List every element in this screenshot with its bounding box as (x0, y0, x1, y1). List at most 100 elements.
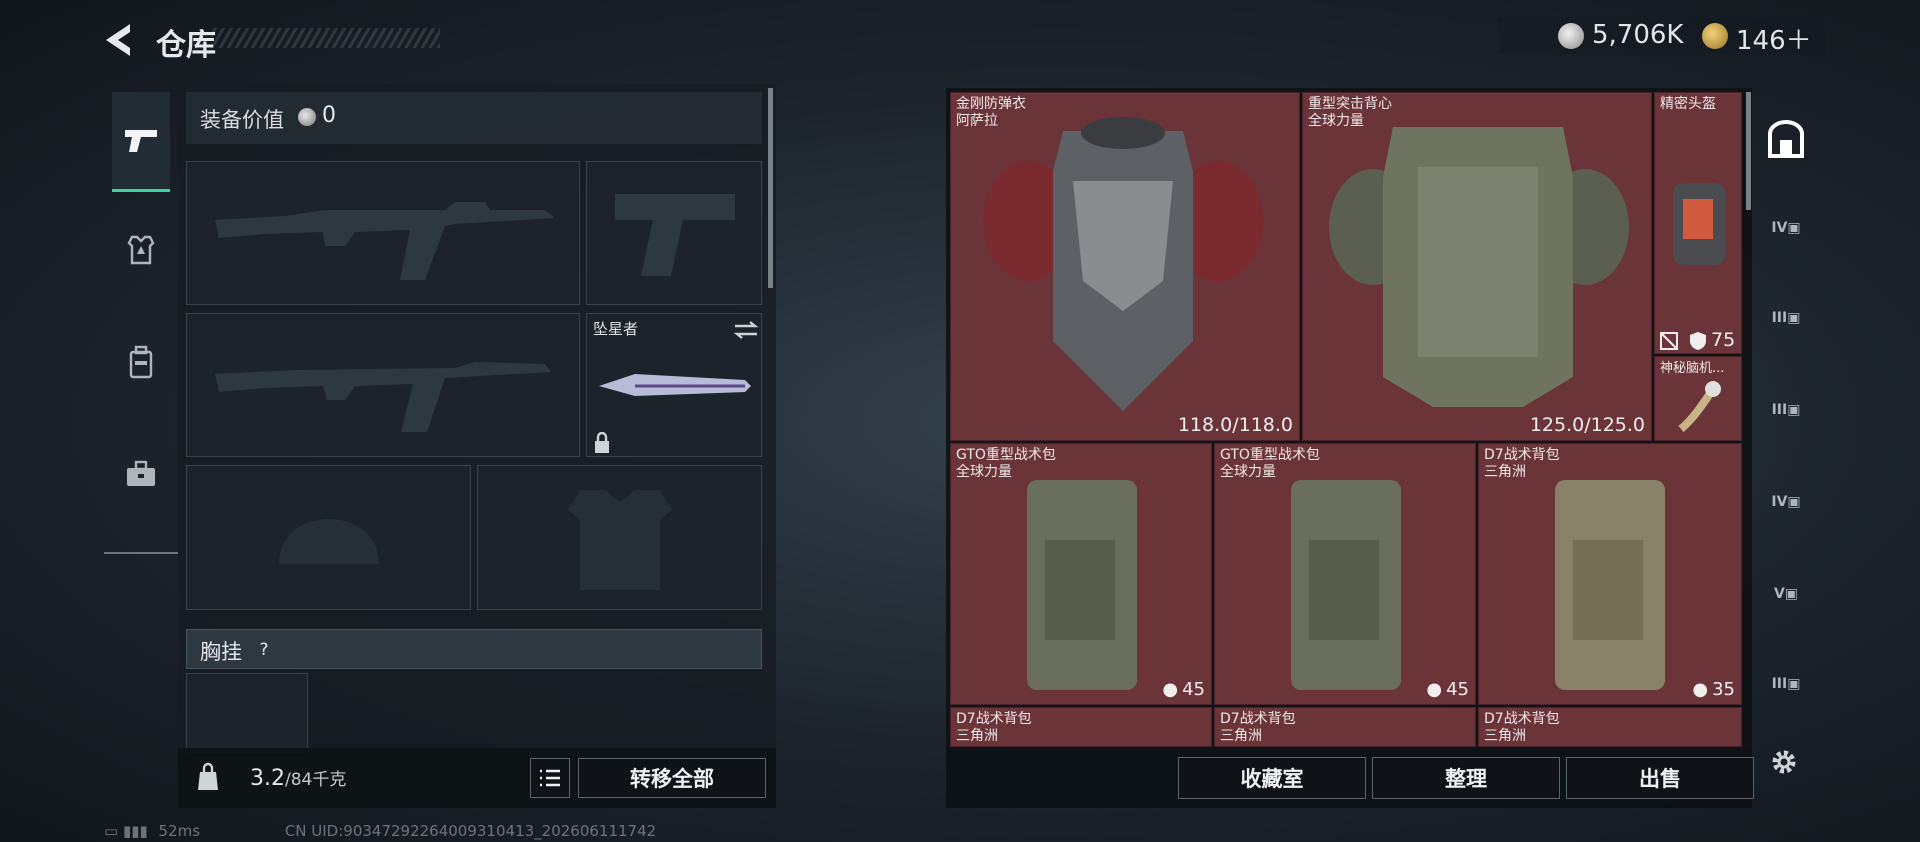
toolbox-icon (127, 460, 155, 486)
help-button[interactable]: ? (250, 637, 278, 663)
backpack-image (1027, 480, 1137, 690)
silver-coin-icon (298, 108, 316, 126)
stash-item-brain-chip[interactable]: 神秘脑机... (1654, 356, 1742, 441)
ping-readout: 52ms (158, 822, 201, 840)
gold-triangle-coin-icon (1702, 23, 1728, 49)
no-repair-icon (1660, 332, 1678, 350)
title-decoration (212, 28, 440, 48)
stash-item-d7-bag-4[interactable]: D7战术背包 三角洲 (1478, 707, 1742, 747)
item-capacity-value: 35 (1712, 679, 1735, 700)
list-view-button[interactable] (530, 758, 570, 798)
helmet-image (1673, 183, 1725, 265)
backpack-image (1555, 480, 1665, 690)
settings-gear-icon[interactable] (1768, 746, 1800, 778)
capacity-icon: ● (1426, 679, 1443, 700)
tier-iv-case-icon[interactable]: IV▣ (1760, 198, 1812, 258)
battery-icon: ▭ (104, 822, 119, 840)
status-bar: ▭ ▮▮▮ 52ms CN UID:9034729226400931041​3_… (104, 822, 656, 840)
rifle-silhouette-icon (215, 362, 551, 432)
stash-scrollbar[interactable] (1746, 92, 1751, 210)
item-name: D7战术背包 三角洲 (1220, 711, 1296, 744)
tab-backpack[interactable] (112, 312, 170, 412)
stash-item-d7-bag-1[interactable]: D7战术背包 三角洲 ● 35 (1478, 443, 1742, 705)
stash-item-heavy-vest[interactable]: 重型突击背心 全球力量 125.0/125.0 (1302, 92, 1652, 441)
item-name: D7战术背包 三角洲 (956, 711, 1032, 744)
brain-chip-image (1678, 381, 1721, 433)
item-durability: 125.0/125.0 (1529, 414, 1645, 436)
collection-room-button[interactable]: 收藏室 (1178, 757, 1366, 799)
tab-toolbox[interactable] (112, 424, 170, 524)
tier-iii-case-icon[interactable]: III▣ (1760, 288, 1812, 348)
stash-item-vest-diamond[interactable]: 金刚防弹衣 阿萨拉 118.0/118.0 (950, 92, 1300, 441)
loadout-scrollbar[interactable] (768, 88, 773, 288)
backpack-image (1291, 480, 1401, 690)
helmet-slot[interactable] (186, 465, 471, 610)
stash-item-d7-bag-3[interactable]: D7战术背包 三角洲 (1214, 707, 1476, 747)
sort-button[interactable]: 整理 (1372, 757, 1560, 799)
throwing-knife-icon (599, 374, 751, 396)
tier-iii-case-icon-2[interactable]: III▣ (1760, 654, 1812, 714)
armor-vest-image (983, 117, 1263, 411)
silver-currency-value: 5,706K (1592, 20, 1684, 50)
transfer-all-button[interactable]: 转移全部 (578, 758, 766, 798)
pistol-slot[interactable] (586, 161, 762, 305)
lock-icon (595, 432, 609, 453)
chest-rig-slot[interactable] (186, 673, 308, 753)
equip-value: 0 (322, 103, 336, 128)
item-capacity-value: 45 (1182, 679, 1205, 700)
uid-readout: CN UID:9034729226400931041​3_20260611174… (284, 822, 657, 840)
capacity-icon: ● (1162, 679, 1179, 700)
weight-max: /84千克 (285, 770, 347, 790)
chest-rig-label: 胸挂 (200, 640, 242, 664)
item-capacity-value: 45 (1446, 679, 1469, 700)
item-armor-level: 75 (1711, 329, 1736, 351)
item-capacity: ● 45 (1426, 679, 1469, 700)
rifle-silhouette-icon (215, 202, 555, 280)
primary-weapon-slot[interactable] (186, 161, 580, 305)
tier-iii-armor-case-icon[interactable]: III▣ (1760, 380, 1812, 440)
stash-item-gto-bag-1[interactable]: GTO重型战术包 全球力量 ● 45 (950, 443, 1212, 705)
capacity-icon: ● (1692, 679, 1709, 700)
tab-divider (104, 552, 178, 554)
tab-weapons[interactable] (112, 92, 170, 192)
backpack-icon (129, 345, 153, 379)
secondary-weapon-slot[interactable] (186, 313, 580, 457)
silver-coin-icon (1558, 23, 1584, 49)
help-label: ? (259, 640, 269, 660)
melee-slot[interactable]: 坠星者 (586, 313, 762, 457)
storage-house-icon (1768, 120, 1804, 158)
page-title: 仓库 (156, 28, 216, 63)
item-durability: 118.0/118.0 (1177, 414, 1293, 436)
item-capacity: ● 35 (1692, 679, 1735, 700)
weight-bag-icon (198, 762, 218, 790)
back-arrow-icon[interactable] (100, 20, 140, 60)
stash-item-d7-bag-2[interactable]: D7战术背包 三角洲 (950, 707, 1212, 747)
tier-iv-folder-icon[interactable]: IV▣ (1760, 472, 1812, 532)
item-name: 神秘脑机... (1660, 361, 1725, 376)
left-tab-bar (104, 84, 178, 556)
gold-currency-value[interactable]: 146＋ (1736, 20, 1812, 57)
sell-button[interactable]: 出售 (1566, 757, 1754, 799)
armor-slot[interactable] (477, 465, 762, 610)
camo-vest-image (1329, 127, 1629, 407)
weight-current: 3.2 (250, 766, 285, 791)
item-capacity: ● 45 (1162, 679, 1205, 700)
swap-icon[interactable] (733, 320, 759, 340)
tier-v-case-icon[interactable]: V▣ (1760, 564, 1812, 624)
stash-item-gto-bag-2[interactable]: GTO重型战术包 全球力量 ● 45 (1214, 443, 1476, 705)
weight-readout: 3.2/84千克 (250, 765, 346, 791)
armor-vest-icon (127, 235, 155, 265)
list-icon (540, 769, 560, 787)
pistol-silhouette-icon (615, 194, 735, 276)
equip-value-label: 装备价值 (200, 108, 284, 132)
item-name: D7战术背包 三角洲 (1484, 711, 1560, 744)
helmet-silhouette-icon (279, 519, 379, 564)
tab-armor[interactable] (112, 200, 170, 300)
storage-house-icon[interactable] (1760, 110, 1812, 170)
stash-item-helmet[interactable]: 精密头盔 75 (1654, 92, 1742, 354)
vest-silhouette-icon (568, 490, 672, 590)
stash-category-bar: IV▣ III▣ III▣ IV▣ V▣ III▣ (1760, 98, 1812, 738)
signal-icon: ▮▮▮ (122, 822, 148, 840)
item-name: 精密头盔 (1660, 96, 1716, 112)
shield-icon (1690, 332, 1706, 350)
